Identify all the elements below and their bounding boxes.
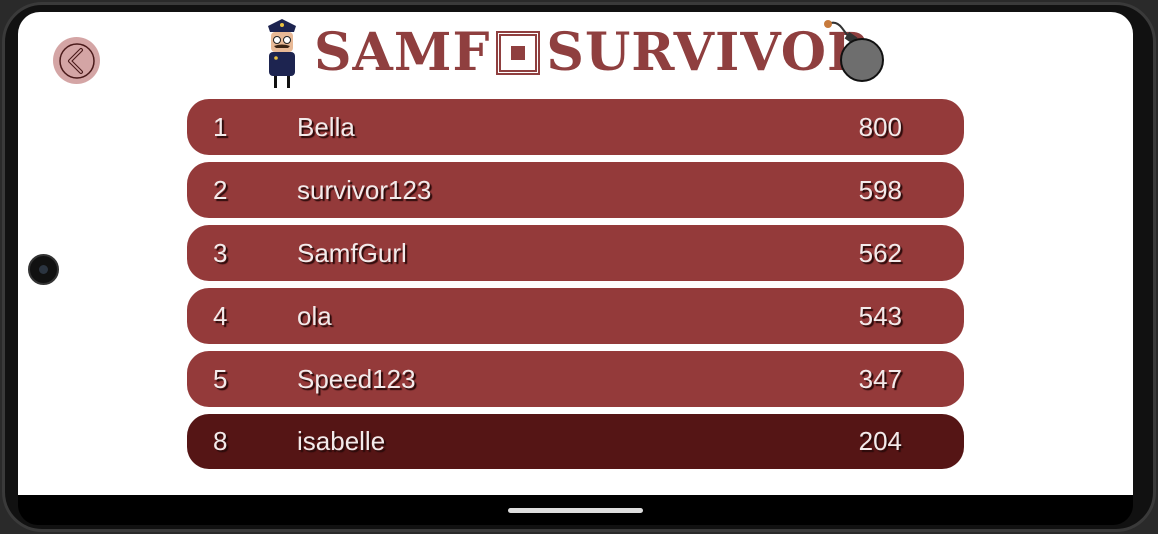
rank: 3 — [213, 237, 228, 268]
app-title-logo: SAMF SURVIVOR — [314, 22, 871, 83]
score: 543 — [858, 300, 902, 331]
chevron-left-icon — [58, 42, 95, 79]
score: 204 — [858, 426, 902, 456]
back-button[interactable] — [53, 37, 100, 84]
leaderboard-row-current-user: 8 isabelle 204 — [187, 414, 964, 469]
score: 800 — [858, 111, 902, 142]
score: 562 — [858, 237, 902, 268]
rank: 8 — [213, 426, 228, 456]
bomb-icon — [824, 20, 884, 82]
player-name: Bella — [297, 111, 355, 142]
leaderboard-row: 5 Speed123 347 — [187, 351, 964, 407]
player-name: isabelle — [297, 426, 386, 456]
leaderboard-row: 3 SamfGurl 562 — [187, 225, 964, 281]
rank: 4 — [213, 300, 228, 331]
leaderboard-row: 1 Bella 800 — [187, 99, 964, 155]
home-indicator[interactable] — [508, 508, 643, 513]
player-name: ola — [297, 300, 332, 331]
system-nav-bar — [18, 495, 1133, 525]
logo-glyph-icon — [496, 30, 541, 75]
police-officer-icon — [268, 19, 296, 88]
player-name: survivor123 — [297, 174, 432, 205]
rank: 2 — [213, 174, 228, 205]
score: 347 — [858, 363, 902, 394]
player-name: Speed123 — [297, 363, 416, 394]
front-camera — [28, 254, 59, 285]
title-left: SAMF — [314, 22, 491, 83]
player-name: SamfGurl — [297, 237, 407, 268]
leaderboard-row: 4 ola 543 — [187, 288, 964, 344]
rank: 5 — [213, 363, 228, 394]
rank: 1 — [213, 111, 228, 142]
score: 598 — [858, 174, 902, 205]
leaderboard-row: 2 survivor123 598 — [187, 162, 964, 218]
